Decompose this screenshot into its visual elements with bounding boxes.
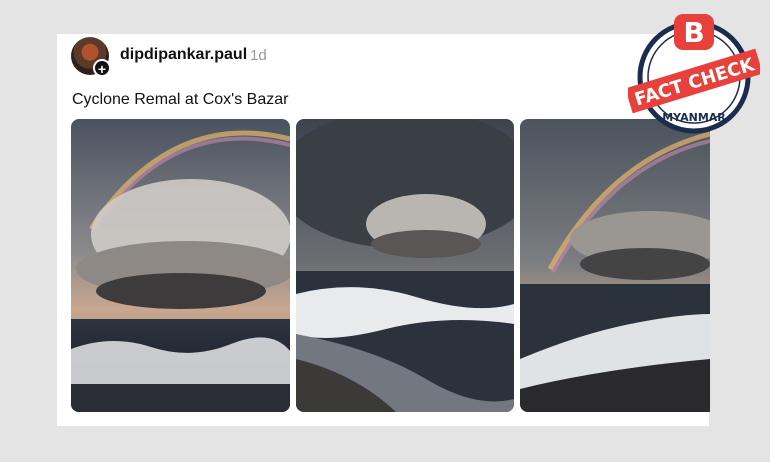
photo-3[interactable] (520, 119, 710, 412)
badge-myanmar-text: MYANMAR (662, 111, 726, 124)
follow-plus-icon[interactable]: + (93, 59, 111, 77)
fact-check-myanmar-logo: B FACT CHECK MYANMAR (625, 11, 763, 137)
username[interactable]: dipdipankar.paul (120, 46, 247, 64)
badge-logo-letter: B (683, 16, 704, 49)
photo-1[interactable] (71, 119, 290, 412)
photo-2[interactable] (296, 119, 514, 412)
post-caption: Cyclone Remal at Cox's Bazar (72, 91, 289, 108)
post-time: 1d (250, 47, 267, 64)
